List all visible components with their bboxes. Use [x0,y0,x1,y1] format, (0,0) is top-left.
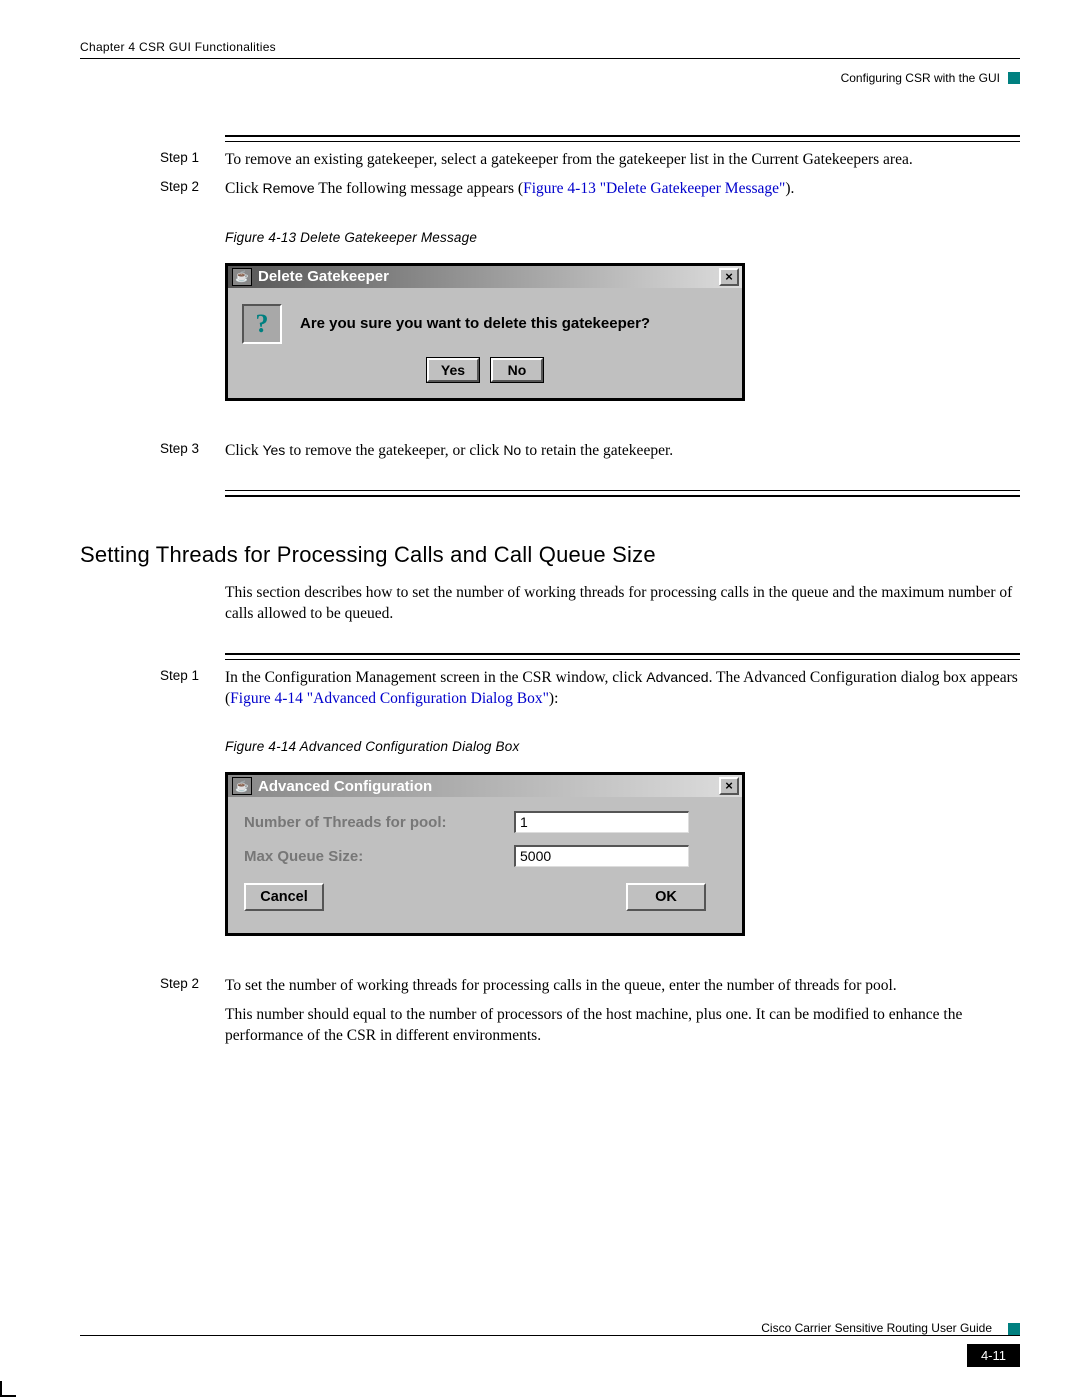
advanced-config-dialog: ☕ Advanced Configuration × Number of Thr… [225,772,745,936]
ok-button[interactable]: OK [626,883,706,911]
queue-input[interactable]: 5000 [514,845,689,867]
step-3-label: Step 3 [160,441,225,462]
delete-gatekeeper-dialog: ☕ Delete Gatekeeper × ? Are you sure you… [225,263,745,401]
step-3-row: Step 3 Click Yes to remove the gatekeepe… [80,441,1020,462]
dialog1-titlebar: ☕ Delete Gatekeeper × [228,266,742,288]
queue-label: Max Queue Size: [244,848,514,865]
figure-id-mark [746,358,754,398]
queue-row: Max Queue Size: 5000 [244,845,726,867]
section-title: Configuring CSR with the GUI [841,71,1000,85]
dialog1-message: Are you sure you want to delete this gat… [300,315,650,332]
step-2-post: ). [785,180,794,197]
step-b1-pre: In the Configuration Management screen i… [225,669,646,686]
step-b2-body: To set the number of working threads for… [225,976,1020,1047]
dialog2-titlebar: ☕ Advanced Configuration × [228,775,742,797]
step-b1-label: Step 1 [160,668,225,710]
step-1-row: Step 1 To remove an existing gatekeeper,… [80,150,1020,171]
question-icon: ? [242,304,282,344]
no-keyword: No [503,442,521,458]
accent-square-icon [1008,1323,1020,1335]
coffee-cup-icon: ☕ [232,777,252,795]
accent-square-icon [1008,72,1020,84]
step-1-label: Step 1 [160,150,225,171]
chapter-header: Chapter 4 CSR GUI Functionalities [80,40,1020,54]
advanced-keyword: Advanced [646,669,708,685]
corner-mark-icon [0,1381,16,1397]
step-2-pre: Click [225,180,262,197]
no-button[interactable]: No [491,358,543,382]
close-button[interactable]: × [719,777,739,795]
page-number: 4-11 [967,1344,1020,1367]
threads-row: Number of Threads for pool: 1 [244,811,726,833]
step-b2-note: This number should equal to the number o… [225,1005,1020,1047]
step-3-post: to retain the gatekeeper. [521,442,673,459]
section-header: Configuring CSR with the GUI [80,71,1020,85]
procedure-bottom-rule [225,490,1020,497]
yes-keyword: Yes [262,442,285,458]
step-2-mid: The following message appears ( [315,180,523,197]
threads-label: Number of Threads for pool: [244,814,514,831]
step-b2-main: To set the number of working threads for… [225,976,1020,997]
coffee-cup-icon: ☕ [232,268,252,286]
dialog2-title: Advanced Configuration [258,778,432,795]
step-b1-row: Step 1 In the Configuration Management s… [80,668,1020,710]
figure-4-14-caption: Figure 4-14 Advanced Configuration Dialo… [225,739,1020,754]
figure-4-13-caption: Figure 4-13 Delete Gatekeeper Message [225,230,1020,245]
step-2-row: Step 2 Click Remove The following messag… [80,179,1020,200]
header-rule [80,58,1020,59]
step-b2-label: Step 2 [160,976,225,1047]
yes-button[interactable]: Yes [427,358,479,382]
remove-keyword: Remove [262,180,314,196]
figure-4-13-link[interactable]: Figure 4-13 "Delete Gatekeeper Message" [523,180,785,197]
procedure2-top-rule [225,653,1020,660]
step-3-pre: Click [225,442,262,459]
section-paragraph: This section describes how to set the nu… [225,583,1020,625]
step-b1-body: In the Configuration Management screen i… [225,668,1020,710]
page-footer: Cisco Carrier Sensitive Routing User Gui… [80,1320,1020,1367]
procedure-top-rule [225,135,1020,142]
cancel-button[interactable]: Cancel [244,883,324,911]
step-3-mid: to remove the gatekeeper, or click [285,442,503,459]
step-b1-post: ): [549,690,558,707]
book-title: Cisco Carrier Sensitive Routing User Gui… [536,1321,1000,1335]
step-b2-row: Step 2 To set the number of working thre… [80,976,1020,1047]
step-2-body: Click Remove The following message appea… [225,179,1020,200]
step-1-body: To remove an existing gatekeeper, select… [225,150,1020,171]
figure-id-mark [746,893,754,933]
figure-4-14-link[interactable]: Figure 4-14 "Advanced Configuration Dial… [230,690,549,707]
step-3-body: Click Yes to remove the gatekeeper, or c… [225,441,1020,462]
section-heading: Setting Threads for Processing Calls and… [80,542,1020,568]
chapter-title: Chapter 4 CSR GUI Functionalities [80,40,276,54]
close-button[interactable]: × [719,268,739,286]
dialog1-title: Delete Gatekeeper [258,268,389,285]
step-2-label: Step 2 [160,179,225,200]
threads-input[interactable]: 1 [514,811,689,833]
